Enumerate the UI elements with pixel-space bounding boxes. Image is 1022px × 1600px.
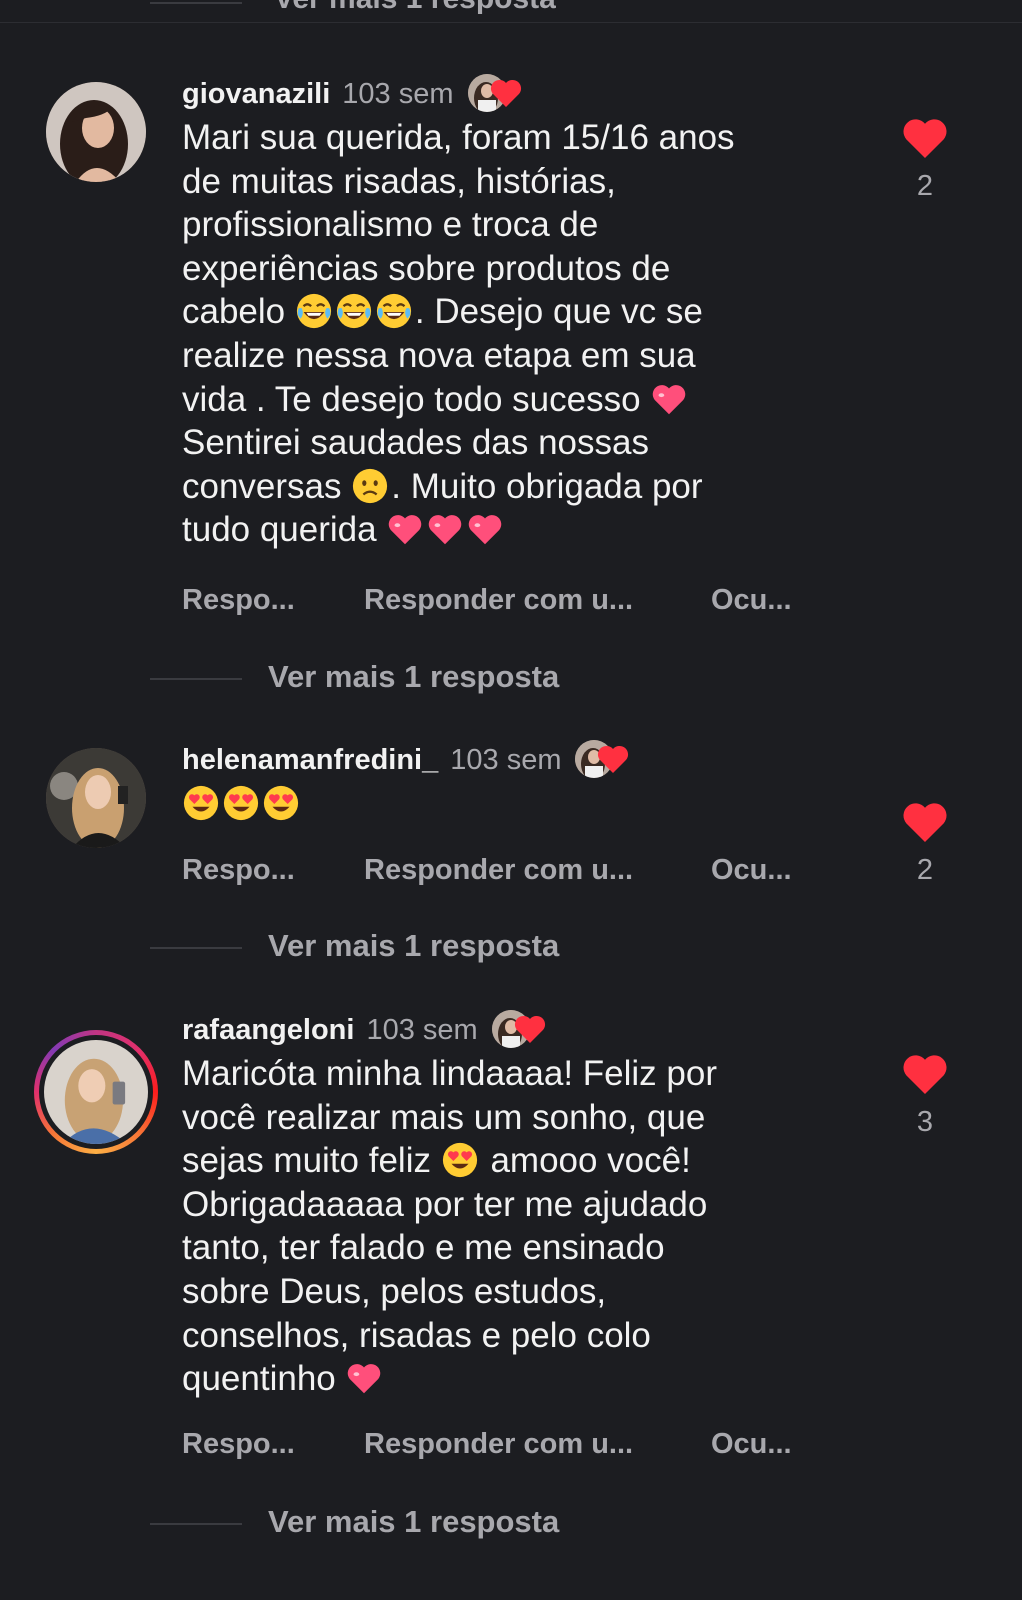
comment-text-line: tudo querida — [182, 508, 822, 552]
comment-text-line: conversas . Muito obrigada por — [182, 465, 822, 509]
hide-button[interactable]: Ocu... — [711, 1428, 792, 1461]
pink-heart-emoji-icon — [650, 380, 688, 418]
more-replies[interactable]: Ver mais 1 resposta — [0, 1504, 1022, 1544]
timestamp: 103 sem — [450, 743, 562, 776]
comment-text-line: realize nessa nova etapa em sua — [182, 335, 696, 375]
more-replies-label[interactable]: Ver mais 1 resposta — [268, 1504, 559, 1540]
heart-eyes-emoji-icon — [262, 784, 300, 822]
joy-emoji-icon — [335, 292, 373, 330]
comment-text-line: profissionalismo e troca de — [182, 205, 599, 245]
like-control[interactable]: 2 — [900, 802, 950, 887]
divider-line — [150, 678, 242, 680]
like-count: 2 — [916, 170, 934, 202]
heart-eyes-emoji-icon — [222, 784, 260, 822]
like-count: 2 — [916, 854, 934, 886]
liked-by-author-indicator — [575, 738, 635, 782]
hide-button[interactable]: Ocu... — [711, 584, 792, 617]
pink-heart-emoji-icon — [345, 1359, 383, 1397]
liked-by-author-indicator — [467, 72, 528, 116]
like-count: 3 — [916, 1106, 934, 1138]
like-heart-icon[interactable] — [902, 1054, 948, 1094]
heart-eyes-emoji-icon — [441, 1141, 479, 1179]
pink-heart-emoji-icon — [466, 510, 504, 548]
text-segment: sejas muito feliz — [182, 1141, 441, 1181]
text-segment: quentinho — [182, 1359, 346, 1399]
text-segment: . Muito obrigada por — [391, 466, 703, 506]
comment-text: Mari sua querida, foram 15/16 anos de mui… — [182, 116, 822, 552]
comment-text-line: quentinho — [182, 1357, 822, 1401]
timestamp: 103 sem — [366, 1013, 478, 1046]
comment-text-line: sobre Deus, pelos estudos, — [182, 1271, 607, 1311]
username[interactable]: helenamanfredini_ — [182, 744, 438, 777]
more-replies-label[interactable]: Ver mais 1 resposta — [268, 928, 559, 964]
more-replies-label[interactable]: Ver mais 1 resposta — [268, 659, 559, 695]
pink-heart-emoji-icon — [426, 510, 464, 548]
comment-text-line: sejas muito feliz amooo você! — [182, 1139, 822, 1183]
hide-button[interactable]: Ocu... — [711, 854, 792, 887]
comment-header: giovanazili 103 sem — [182, 72, 528, 116]
like-control[interactable]: 3 — [900, 1054, 950, 1139]
comment-actions: Respo... Responder com u... Ocu... — [182, 584, 792, 617]
heart-icon — [598, 745, 629, 773]
react-reply-button[interactable]: Responder com u... — [364, 584, 711, 617]
comment-actions: Respo... Responder com u... Ocu... — [182, 854, 792, 887]
username[interactable]: rafaangeloni — [182, 1014, 354, 1047]
comment-actions: Respo... Responder com u... Ocu... — [182, 1428, 792, 1461]
reply-button[interactable]: Respo... — [182, 584, 364, 617]
comment-text-line: você realizar mais um sonho, que — [182, 1097, 706, 1137]
heart-eyes-emoji-icon — [182, 784, 220, 822]
comment-text-line: cabelo . Desejo que vc se — [182, 290, 822, 334]
avatar[interactable] — [46, 748, 146, 848]
joy-emoji-icon — [295, 292, 333, 330]
joy-emoji-icon — [375, 292, 413, 330]
reply-button[interactable]: Respo... — [182, 854, 364, 887]
react-reply-button[interactable]: Responder com u... — [364, 854, 711, 887]
avatar-with-story-ring[interactable] — [34, 1030, 158, 1154]
comment-header: helenamanfredini_ 103 sem — [182, 738, 635, 782]
frown-emoji-icon — [351, 467, 389, 505]
comment-text-line: Sentirei saudades das nossas — [182, 423, 649, 463]
avatar[interactable] — [46, 82, 146, 182]
comment-text-line: de muitas risadas, histórias, — [182, 161, 616, 201]
comment-text-line: tanto, ter falado e me ensinado — [182, 1228, 665, 1268]
divider-line — [150, 947, 242, 949]
comment-text-line — [182, 782, 822, 826]
divider — [0, 22, 1022, 23]
timestamp: 103 sem — [342, 77, 454, 110]
like-heart-icon[interactable] — [902, 802, 948, 842]
comment-text — [182, 782, 822, 826]
like-heart-icon[interactable] — [902, 118, 948, 158]
avatar-image — [46, 82, 146, 182]
avatar-image — [46, 748, 146, 848]
text-segment: vida . Te desejo todo sucesso — [182, 379, 651, 419]
react-reply-button[interactable]: Responder com u... — [364, 1428, 711, 1461]
text-segment: tudo querida — [182, 510, 387, 550]
divider-line — [150, 1523, 242, 1525]
text-segment: cabelo — [182, 292, 295, 332]
liked-by-author-indicator — [491, 1008, 552, 1052]
partial-more-replies[interactable]: Ver mais 1 resposta — [0, 0, 1022, 22]
username[interactable]: giovanazili — [182, 78, 330, 111]
like-control[interactable]: 2 — [900, 118, 950, 203]
more-replies-label[interactable]: Ver mais 1 resposta — [274, 0, 556, 16]
divider-line — [150, 2, 242, 4]
more-replies[interactable]: Ver mais 1 resposta — [0, 659, 1022, 699]
comment-text-line: Obrigadaaaaa por ter me ajudado — [182, 1184, 708, 1224]
comment-header: rafaangeloni 103 sem — [182, 1008, 552, 1052]
comment-text-line: experiências sobre produtos de — [182, 248, 671, 288]
comment-text-line: Mari sua querida, foram 15/16 anos — [182, 118, 735, 157]
comment-text-line: conselhos, risadas e pelo colo — [182, 1315, 651, 1355]
more-replies[interactable]: Ver mais 1 resposta — [0, 928, 1022, 968]
comment-text-line: vida . Te desejo todo sucesso — [182, 378, 822, 422]
reply-button[interactable]: Respo... — [182, 1428, 364, 1461]
comment-text: Maricóta minha lindaaaa! Feliz por você r… — [182, 1052, 822, 1401]
text-segment: . Desejo que vc se — [414, 292, 703, 332]
comment-text-line: Maricóta minha lindaaaa! Feliz por — [182, 1054, 717, 1093]
pink-heart-emoji-icon — [386, 510, 424, 548]
text-segment: amooo você! — [480, 1141, 691, 1181]
heart-icon — [514, 1015, 545, 1043]
text-segment: conversas — [182, 466, 352, 506]
avatar-image — [44, 1040, 148, 1144]
heart-icon — [490, 79, 521, 107]
